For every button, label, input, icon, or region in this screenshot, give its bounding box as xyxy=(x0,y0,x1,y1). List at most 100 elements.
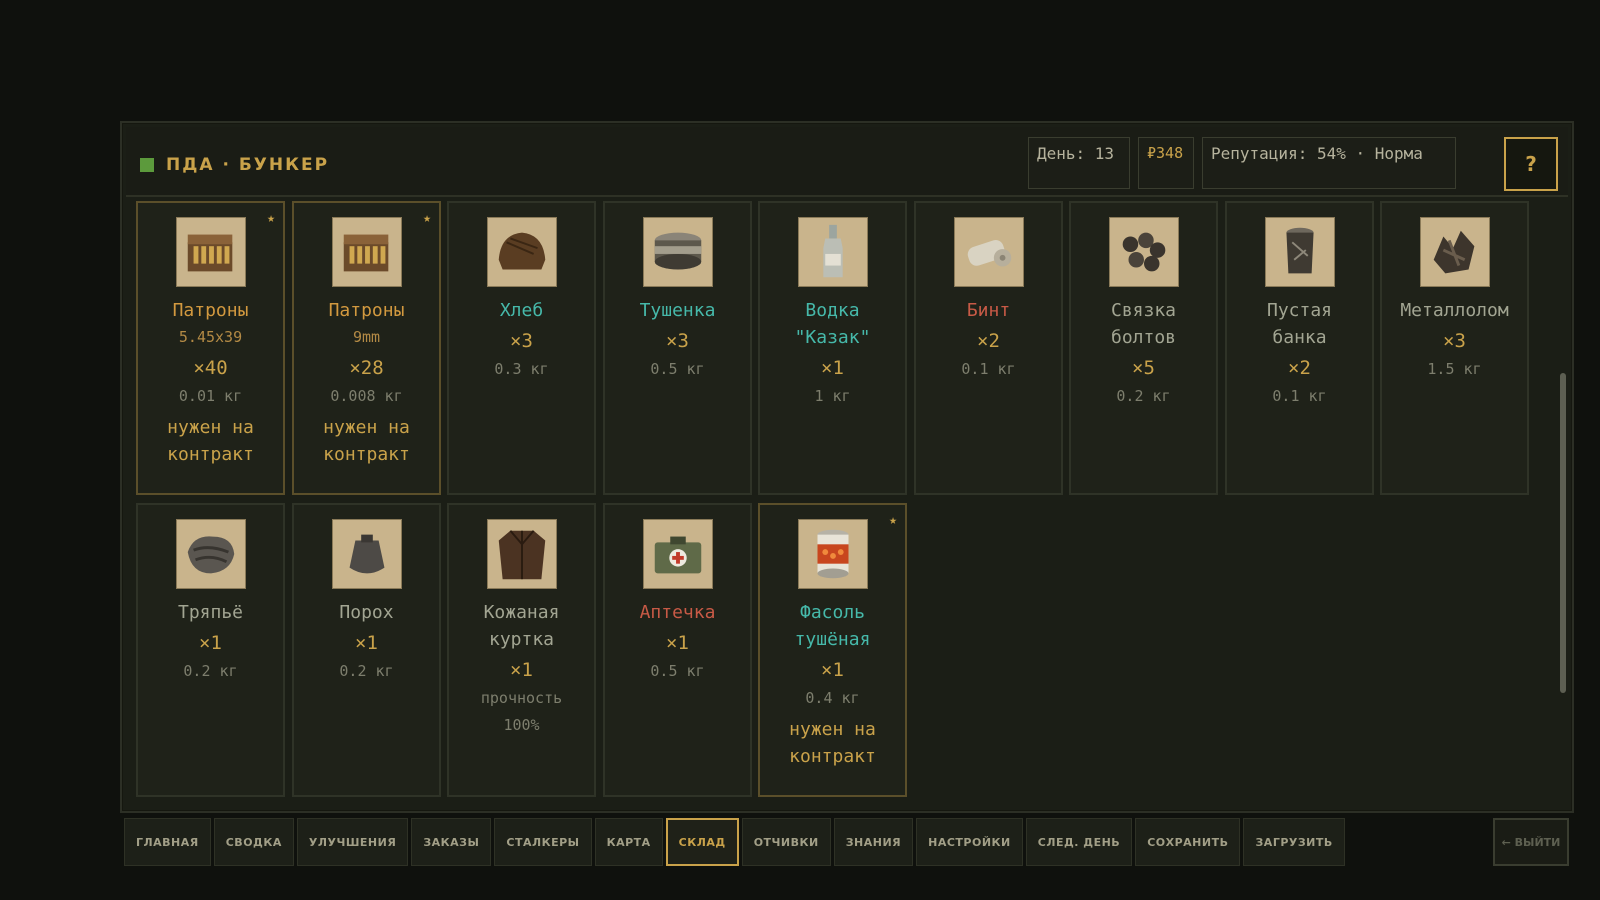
exit-button[interactable]: ← ВЫЙТИ xyxy=(1493,818,1569,866)
inventory-item-card[interactable]: Тушенка ×3 0.5 кг xyxy=(603,201,752,495)
header-bar: ПДА · БУНКЕР День: 13 ₽348 Репутация: 54… xyxy=(126,127,1568,197)
inventory-item-card[interactable]: ★ Патроны 9mm ×28 0.008 кг нужен на контракт xyxy=(292,201,441,495)
item-weight: 0.1 кг xyxy=(1272,387,1327,405)
item-weight: 0.3 кг xyxy=(494,360,549,378)
item-caliber: 5.45x39 xyxy=(178,328,243,346)
nav-tab[interactable]: ЗНАНИЯ xyxy=(833,818,914,866)
item-name: Патроны xyxy=(328,300,405,321)
help-button[interactable]: ? xyxy=(1504,137,1558,191)
item-name: Порох xyxy=(339,602,394,623)
leather-jacket-icon xyxy=(486,519,557,589)
day-counter: День: 13 xyxy=(1028,137,1130,189)
nav-tab[interactable]: ГЛАВНАЯ xyxy=(124,818,211,866)
item-weight: 0.2 кг xyxy=(339,662,394,680)
inventory-item-card[interactable]: Тряпьё ×1 0.2 кг xyxy=(136,503,285,797)
vodka-bottle-icon xyxy=(797,217,868,287)
nav-tab[interactable]: СТАЛКЕРЫ xyxy=(494,818,592,866)
ammo-box-icon xyxy=(175,217,246,287)
nav-tab[interactable]: ЗАКАЗЫ xyxy=(411,818,492,866)
nav-tab[interactable]: СОХРАНИТЬ xyxy=(1135,818,1241,866)
inventory-item-card[interactable]: Металлолом ×3 1.5 кг xyxy=(1380,201,1529,495)
item-quantity: ×1 xyxy=(510,659,533,681)
contract-note: нужен на контракт xyxy=(167,417,254,465)
item-weight: 0.008 кг xyxy=(330,387,403,405)
item-caliber: 9mm xyxy=(352,328,381,346)
item-quantity: ×3 xyxy=(666,330,689,352)
item-name: Тряпьё xyxy=(177,602,244,623)
gunpowder-bag-icon xyxy=(331,519,402,589)
item-quantity: ×1 xyxy=(821,659,844,681)
item-weight: 0.5 кг xyxy=(650,360,705,378)
item-weight: 0.4 кг xyxy=(805,689,860,707)
item-name: Связка болтов xyxy=(1110,300,1177,348)
nav-tab[interactable]: ОТЧИВКИ xyxy=(741,818,831,866)
contract-note: нужен на контракт xyxy=(323,417,410,465)
item-name: Аптечка xyxy=(639,602,716,623)
bolts-icon xyxy=(1108,217,1179,287)
reputation-status: Репутация: 54% · Норма xyxy=(1202,137,1456,189)
title-group: ПДА · БУНКЕР xyxy=(140,155,329,175)
empty-can-icon xyxy=(1264,217,1335,287)
item-quantity: ×3 xyxy=(1443,330,1466,352)
item-quantity: ×40 xyxy=(193,357,228,379)
scrollbar[interactable] xyxy=(1560,373,1566,693)
item-name: Бинт xyxy=(966,300,1011,321)
inventory-item-card[interactable]: Бинт ×2 0.1 кг xyxy=(914,201,1063,495)
pda-window: ПДА · БУНКЕР День: 13 ₽348 Репутация: 54… xyxy=(120,121,1574,813)
item-name: Фасоль тушёная xyxy=(794,602,871,650)
inventory-item-card[interactable]: ★ Фасоль тушёная ×1 0.4 кг нужен на контракт xyxy=(758,503,907,797)
inventory-item-card[interactable]: Хлеб ×3 0.3 кг xyxy=(447,201,596,495)
nav-tab[interactable]: КАРТА xyxy=(594,818,663,866)
inventory-item-card[interactable]: Аптечка ×1 0.5 кг xyxy=(603,503,752,797)
item-quantity: ×28 xyxy=(349,357,384,379)
contract-note: нужен на контракт xyxy=(789,719,876,767)
medkit-icon xyxy=(642,519,713,589)
inventory-item-card[interactable]: Связка болтов ×5 0.2 кг xyxy=(1069,201,1218,495)
bread-icon xyxy=(486,217,557,287)
nav-tab[interactable]: СКЛАД xyxy=(665,818,739,866)
status-square-icon xyxy=(140,158,154,172)
page-title: ПДА · БУНКЕР xyxy=(166,155,330,175)
money-counter: ₽348 xyxy=(1138,137,1194,189)
item-quantity: ×1 xyxy=(821,357,844,379)
item-weight: 0.2 кг xyxy=(183,662,238,680)
inventory-item-card[interactable]: Водка "Казак" ×1 1 кг xyxy=(758,201,907,495)
bandage-icon xyxy=(953,217,1024,287)
item-quantity: ×1 xyxy=(199,632,222,654)
item-quantity: ×2 xyxy=(1288,357,1311,379)
item-quantity: ×3 xyxy=(510,330,533,352)
inventory-item-card[interactable]: Порох ×1 0.2 кг xyxy=(292,503,441,797)
nav-tab[interactable]: УЛУЧШЕНИЯ xyxy=(296,818,409,866)
canned-meat-icon xyxy=(642,217,713,287)
item-quantity: ×1 xyxy=(666,632,689,654)
item-weight: 0.5 кг xyxy=(650,662,705,680)
star-icon: ★ xyxy=(267,211,275,226)
inventory-item-card[interactable]: Пустая банка ×2 0.1 кг xyxy=(1225,201,1374,495)
item-quantity: ×1 xyxy=(355,632,378,654)
item-name: Пустая банка xyxy=(1266,300,1333,348)
item-weight: 0.1 кг xyxy=(961,360,1016,378)
inventory-item-card[interactable]: ★ Патроны 5.45x39 ×40 0.01 кг нужен на контра… xyxy=(136,201,285,495)
item-weight: 0.01 кг xyxy=(178,387,243,405)
item-name: Патроны xyxy=(172,300,249,321)
rags-icon xyxy=(175,519,246,589)
ammo-box-icon xyxy=(331,217,402,287)
item-quantity: ×2 xyxy=(977,330,1000,352)
nav-tab[interactable]: СЛЕД. ДЕНЬ xyxy=(1025,818,1133,866)
nav-tab[interactable]: ЗАГРУЗИТЬ xyxy=(1243,818,1345,866)
nav-tab[interactable]: СВОДКА xyxy=(213,818,294,866)
item-name: Кожаная куртка xyxy=(483,602,560,650)
item-name: Хлеб xyxy=(499,300,544,321)
inventory-grid: ★ Патроны 5.45x39 ×40 0.01 кг нужен на контра… xyxy=(136,201,1546,801)
item-name: Водка "Казак" xyxy=(794,300,871,348)
scrap-metal-icon xyxy=(1419,217,1490,287)
star-icon: ★ xyxy=(889,513,897,528)
item-name: Тушенка xyxy=(639,300,716,321)
inventory-item-card[interactable]: Кожаная куртка ×1 прочность 100% xyxy=(447,503,596,797)
bottom-nav: ГЛАВНАЯ СВОДКА УЛУЧШЕНИЯ ЗАКАЗЫ СТАЛКЕРЫ КАРТ… xyxy=(124,818,1348,866)
nav-tab[interactable]: НАСТРОЙКИ xyxy=(916,818,1023,866)
item-name: Металлолом xyxy=(1400,300,1509,321)
bean-can-icon xyxy=(797,519,868,589)
item-durability: прочность 100% xyxy=(480,689,563,734)
star-icon: ★ xyxy=(423,211,431,226)
